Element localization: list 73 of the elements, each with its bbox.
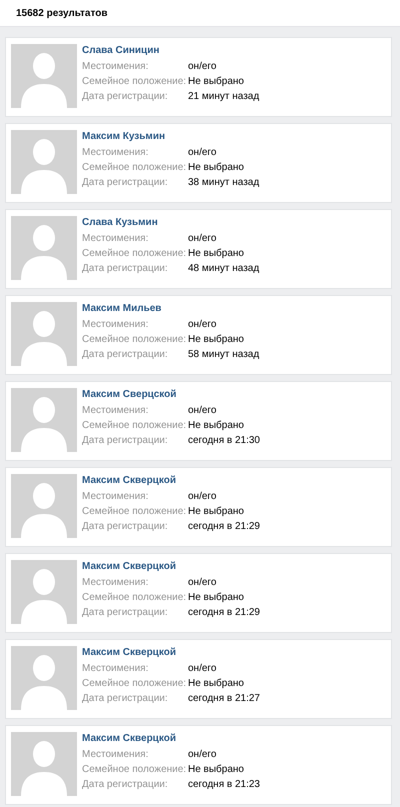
field-value: он/его: [188, 318, 216, 332]
field-label: Семейное положение:: [82, 591, 188, 605]
avatar-placeholder-icon: [11, 130, 77, 194]
field-label: Местоимения:: [82, 490, 150, 504]
field-value: он/его: [188, 60, 216, 74]
field-value: он/его: [188, 576, 216, 590]
avatar-placeholder-icon: [11, 302, 77, 366]
field-value: сегодня в 21:29: [188, 520, 260, 534]
field-label: Местоимения:: [82, 232, 150, 246]
avatar-placeholder-icon: [11, 474, 77, 538]
field-label: Дата регистрации:: [82, 778, 169, 792]
field-label: Семейное положение:: [82, 505, 188, 519]
field-value: он/его: [188, 404, 216, 418]
field-value: 48 минут назад: [188, 262, 260, 276]
profile-name-link[interactable]: Максим Скверцкой: [82, 732, 260, 746]
field-value: сегодня в 21:27: [188, 692, 260, 706]
field-label: Семейное положение:: [82, 333, 188, 347]
field-value: Не выбрано: [188, 677, 244, 691]
avatar-placeholder-icon: [11, 646, 77, 710]
field-label: Семейное положение:: [82, 161, 188, 175]
field-label: Дата регистрации:: [82, 606, 169, 620]
field-value: он/его: [188, 146, 216, 160]
field-value: он/его: [188, 490, 216, 504]
field-label: Дата регистрации:: [82, 176, 169, 190]
avatar-placeholder-icon: [11, 388, 77, 452]
field-value: сегодня в 21:29: [188, 606, 260, 620]
field-value: Не выбрано: [188, 505, 244, 519]
profile-name-link[interactable]: Слава Кузьмин: [82, 216, 260, 230]
profile-name-link[interactable]: Максим Кузьмин: [82, 130, 260, 144]
avatar-placeholder-icon: [11, 560, 77, 624]
profile-name-link[interactable]: Максим Сверцской: [82, 388, 260, 402]
field-label: Дата регистрации:: [82, 262, 169, 276]
field-value: 21 минут назад: [188, 90, 260, 104]
field-label: Дата регистрации:: [82, 520, 169, 534]
field-label: Местоимения:: [82, 576, 150, 590]
field-label: Дата регистрации:: [82, 90, 169, 104]
field-value: сегодня в 21:23: [188, 778, 260, 792]
field-label: Местоимения:: [82, 146, 150, 160]
profile-name-link[interactable]: Максим Мильев: [82, 302, 260, 316]
field-label: Семейное положение:: [82, 75, 188, 89]
field-label: Семейное положение:: [82, 419, 188, 433]
field-value: Не выбрано: [188, 419, 244, 433]
field-value: сегодня в 21:30: [188, 434, 260, 448]
field-label: Местоимения:: [82, 60, 150, 74]
field-label: Местоимения:: [82, 404, 150, 418]
profile-name-link[interactable]: Максим Скверцкой: [82, 560, 260, 574]
field-value: Не выбрано: [188, 161, 244, 175]
field-label: Семейное положение:: [82, 677, 188, 691]
avatar-placeholder-icon: [11, 44, 77, 108]
profile-name-link[interactable]: Максим Скверцкой: [82, 646, 260, 660]
field-value: Не выбрано: [188, 763, 244, 777]
field-value: 58 минут назад: [188, 348, 260, 362]
field-value: Не выбрано: [188, 591, 244, 605]
field-label: Дата регистрации:: [82, 692, 169, 706]
profile-name-link[interactable]: Слава Синицин: [82, 44, 260, 58]
field-value: 38 минут назад: [188, 176, 260, 190]
profile-name-link[interactable]: Максим Скверцкой: [82, 474, 260, 488]
field-label: Семейное положение:: [82, 763, 188, 777]
field-value: Не выбрано: [188, 247, 244, 261]
field-label: Местоимения:: [82, 318, 150, 332]
field-value: он/его: [188, 748, 216, 762]
field-value: Не выбрано: [188, 333, 244, 347]
field-value: Не выбрано: [188, 75, 244, 89]
field-label: Местоимения:: [82, 662, 150, 676]
field-label: Дата регистрации:: [82, 348, 169, 362]
field-value: он/его: [188, 662, 216, 676]
field-label: Дата регистрации:: [82, 434, 169, 448]
results-count: 15682 результатов: [16, 8, 108, 18]
field-label: Семейное положение:: [82, 247, 188, 261]
field-value: он/его: [188, 232, 216, 246]
avatar-placeholder-icon: [11, 732, 77, 796]
avatar-placeholder-icon: [11, 216, 77, 280]
field-label: Местоимения:: [82, 748, 150, 762]
